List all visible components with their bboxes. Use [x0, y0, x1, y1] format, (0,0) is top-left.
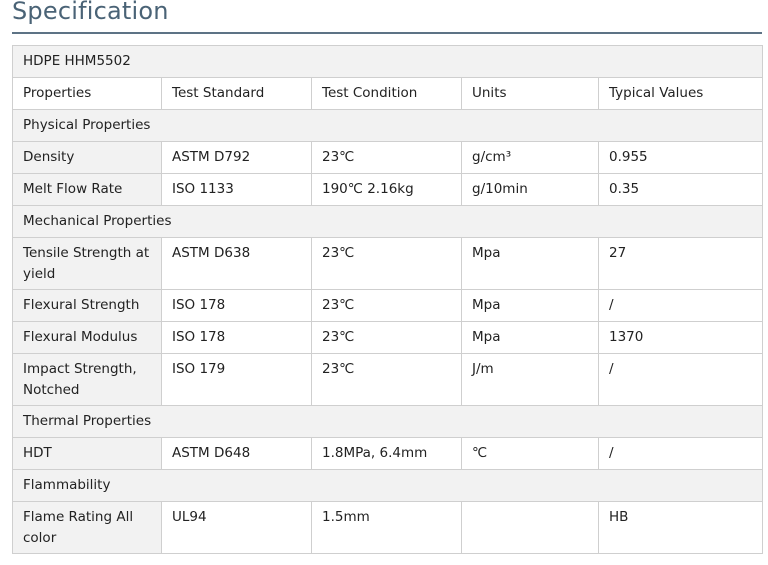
table-row: Tensile Strength at yield ASTM D638 23℃ …	[12, 237, 763, 290]
section-title: Physical Properties	[12, 109, 763, 142]
table-row: Flexural Strength ISO 178 23℃ Mpa /	[12, 289, 763, 322]
column-header: Properties	[12, 77, 162, 110]
units: Mpa	[461, 237, 599, 290]
test-standard: ISO 178	[161, 289, 312, 322]
test-standard: ISO 179	[161, 353, 312, 406]
specification-table: HDPE HHM5502 Properties Test Standard Te…	[12, 45, 763, 554]
title-divider	[12, 32, 762, 34]
typical-value: HB	[598, 501, 763, 554]
test-standard: ASTM D792	[161, 141, 312, 174]
typical-value: /	[598, 353, 763, 406]
property-name: Flexural Strength	[12, 289, 162, 322]
units: g/10min	[461, 173, 599, 206]
test-condition: 23℃	[311, 353, 462, 406]
table-row: Density ASTM D792 23℃ g/cm³ 0.955	[12, 141, 763, 174]
test-standard: ASTM D648	[161, 437, 312, 470]
table-row: Flame Rating All color UL94 1.5mm HB	[12, 501, 763, 554]
table-row: Melt Flow Rate ISO 1133 190℃ 2.16kg g/10…	[12, 173, 763, 206]
units	[461, 501, 599, 554]
typical-value: 1370	[598, 321, 763, 354]
units: g/cm³	[461, 141, 599, 174]
page-title: Specification	[12, 0, 169, 25]
column-header: Typical Values	[598, 77, 763, 110]
test-condition: 1.8MPa, 6.4mm	[311, 437, 462, 470]
test-condition: 23℃	[311, 237, 462, 290]
product-name: HDPE HHM5502	[12, 45, 763, 78]
section-row: Mechanical Properties	[12, 205, 763, 238]
property-name: Flame Rating All color	[12, 501, 162, 554]
units: ℃	[461, 437, 599, 470]
section-row: Physical Properties	[12, 109, 763, 142]
units: Mpa	[461, 289, 599, 322]
table-row: HDT ASTM D648 1.8MPa, 6.4mm ℃ /	[12, 437, 763, 470]
section-row: Flammability	[12, 469, 763, 502]
typical-value: 0.35	[598, 173, 763, 206]
section-row: Thermal Properties	[12, 405, 763, 438]
property-name: Tensile Strength at yield	[12, 237, 162, 290]
product-row: HDPE HHM5502	[12, 45, 763, 78]
table-row: Impact Strength, Notched ISO 179 23℃ J/m…	[12, 353, 763, 406]
property-name: Density	[12, 141, 162, 174]
section-title: Mechanical Properties	[12, 205, 763, 238]
property-name: HDT	[12, 437, 162, 470]
units: J/m	[461, 353, 599, 406]
property-name: Melt Flow Rate	[12, 173, 162, 206]
test-standard: ISO 1133	[161, 173, 312, 206]
column-header: Test Standard	[161, 77, 312, 110]
header-row: Properties Test Standard Test Condition …	[12, 77, 763, 110]
test-condition: 23℃	[311, 289, 462, 322]
typical-value: /	[598, 437, 763, 470]
typical-value: 0.955	[598, 141, 763, 174]
test-condition: 23℃	[311, 141, 462, 174]
test-condition: 190℃ 2.16kg	[311, 173, 462, 206]
property-name: Impact Strength, Notched	[12, 353, 162, 406]
test-condition: 1.5mm	[311, 501, 462, 554]
table-row: Flexural Modulus ISO 178 23℃ Mpa 1370	[12, 321, 763, 354]
test-standard: ASTM D638	[161, 237, 312, 290]
test-standard: UL94	[161, 501, 312, 554]
property-name: Flexural Modulus	[12, 321, 162, 354]
column-header: Test Condition	[311, 77, 462, 110]
test-standard: ISO 178	[161, 321, 312, 354]
typical-value: /	[598, 289, 763, 322]
typical-value: 27	[598, 237, 763, 290]
test-condition: 23℃	[311, 321, 462, 354]
units: Mpa	[461, 321, 599, 354]
column-header: Units	[461, 77, 599, 110]
section-title: Flammability	[12, 469, 763, 502]
section-title: Thermal Properties	[12, 405, 763, 438]
